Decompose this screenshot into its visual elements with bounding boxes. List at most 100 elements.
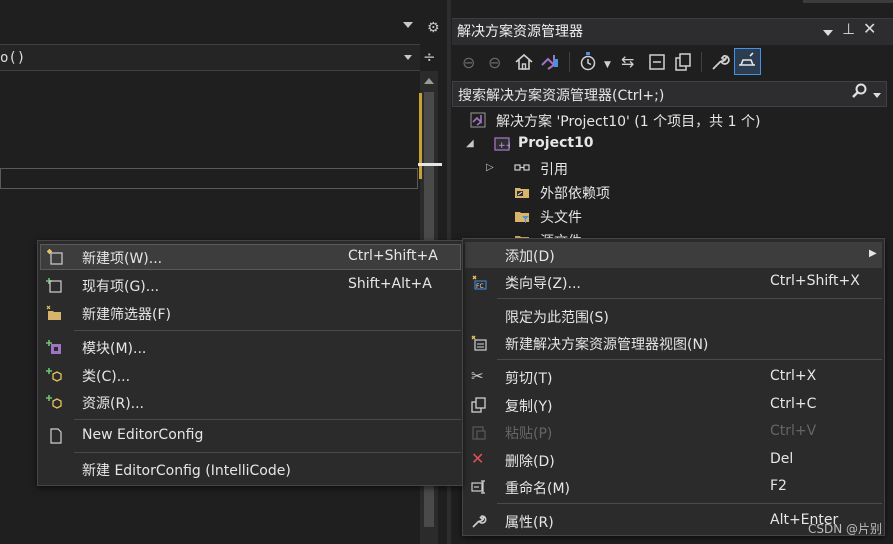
menu-item-shortcut: Ctrl+Shift+A [348,248,438,264]
folder-link-icon [515,188,529,198]
toolbar-separator [701,52,702,72]
collapse-all-icon[interactable] [647,52,667,76]
menu-item-label: 类(C)... [82,369,131,385]
pin-icon[interactable]: ⊥ [842,20,855,38]
menu-item-rename[interactable]: 重命名(M) F2 [465,474,882,500]
close-icon[interactable]: ✕ [863,19,876,38]
menu-separator [74,452,461,453]
existing-item-icon [46,278,62,293]
submenu-arrow-icon: ▶ [869,248,877,259]
menu-item-cut[interactable]: ✂ 剪切(T) Ctrl+X [465,364,882,390]
new-item-icon [47,249,63,265]
home-icon[interactable] [514,53,534,75]
menu-item-new-editorconfig-intellicode[interactable]: 新建 EditorConfig (IntelliCode) [40,456,461,482]
chevron-down-icon[interactable] [404,55,412,60]
menu-separator [497,359,882,360]
menu-item-label: 剪切(T) [505,371,553,387]
gear-icon[interactable]: ⚙ [427,20,440,36]
back-icon[interactable]: ⊖ [462,54,475,72]
tree-item-header-files[interactable]: 头文件 [466,204,886,228]
solution-icon [470,112,486,128]
menu-item-paste[interactable]: 粘贴(P) Ctrl+V [465,419,882,445]
menu-item-label: 限定为此范围(S) [505,310,609,326]
chevron-down-icon[interactable]: ▼ [604,56,611,74]
cpp-project-icon: ++ [494,137,510,151]
tree-item-label: 引用 [540,162,568,178]
collapsed-triangle-icon[interactable]: ▷ [486,162,494,173]
menu-item-shortcut: Del [770,451,794,467]
add-submenu: 新建项(W)... Ctrl+Shift+A 现有项(G)... Shift+A… [37,240,463,486]
menu-item-new-filter[interactable]: 新建筛选器(F) [40,300,461,326]
menu-item-existing-item[interactable]: 现有项(G)... Shift+Alt+A [40,272,461,298]
tab-list-dropdown-icon[interactable] [403,22,413,28]
tree-item-label: Project10 [518,135,594,151]
forward-icon[interactable]: ⊖ [488,54,501,72]
menu-item-add[interactable]: 添加(D) ▶ [465,242,882,268]
show-all-files-icon[interactable] [673,52,693,76]
tree-item-label: 外部依赖项 [540,186,610,202]
member-navigation-dropdown[interactable]: o() [0,44,420,71]
menu-item-new-solution-explorer-view[interactable]: 新建解决方案资源管理器视图(N) [465,330,882,356]
scroll-up-arrow-icon[interactable] [424,78,434,84]
expanded-triangle-icon[interactable]: ◢ [466,138,474,149]
menu-item-copy[interactable]: 复制(Y) Ctrl+C [465,392,882,418]
member-dropdown-value: o() [0,50,26,66]
menu-item-delete[interactable]: ✕ 删除(D) Del [465,447,882,473]
preview-selected-icon [739,52,755,66]
menu-item-shortcut: Ctrl+Shift+X [770,273,860,289]
menu-item-new-editorconfig[interactable]: New EditorConfig [40,423,461,449]
tree-item-external-dependencies[interactable]: 外部依赖项 [466,180,886,204]
menu-item-new-item[interactable]: 新建项(W)... Ctrl+Shift+A [40,244,461,270]
resource-icon [46,395,62,409]
search-options-dropdown-icon[interactable] [873,93,881,98]
svg-text:++: ++ [498,141,510,151]
menu-item-label: 新建 EditorConfig (IntelliCode) [82,463,291,479]
sync-icon[interactable]: ⇆ [621,53,634,71]
menu-item-label: 添加(D) [505,249,555,265]
menu-item-label: 删除(D) [505,454,555,470]
window-top-edge [803,0,893,3]
delete-x-icon: ✕ [471,449,485,468]
menu-separator [74,419,461,420]
menu-item-shortcut: Ctrl+C [770,396,817,412]
class-icon [46,368,62,382]
caret-position-marker [418,163,442,166]
tree-item-label: 解决方案 'Project10' (1 个项目，共 1 个) [496,114,761,130]
references-icon [514,164,530,171]
menu-item-shortcut: Ctrl+V [770,423,817,439]
menu-item-class-wizard[interactable]: FC 类向导(Z)... Ctrl+Shift+X [465,269,882,295]
svg-text:FC: FC [476,283,484,290]
menu-item-resource[interactable]: 资源(R)... [40,389,461,415]
tree-item-solution[interactable]: 解决方案 'Project10' (1 个项目，共 1 个) [466,108,886,132]
pending-changes-filter-icon[interactable] [578,52,598,76]
menu-item-label: 新建解决方案资源管理器视图(N) [505,337,709,353]
menu-item-class[interactable]: 类(C)... [40,362,461,388]
wrench-icon [472,515,487,528]
menu-item-label: 现有项(G)... [82,279,160,295]
properties-wrench-icon[interactable] [710,52,730,76]
tree-item-project[interactable]: ◢ ++ Project10 [466,132,886,156]
menu-item-label: 新建项(W)... [82,251,163,267]
paste-icon [472,426,486,440]
menu-item-label: 属性(R) [505,515,554,531]
watermark-text: CSDN @片别 [808,522,883,536]
menu-separator [497,503,882,504]
menu-item-shortcut: Shift+Alt+A [348,276,432,292]
menu-item-label: 重命名(M) [505,481,571,497]
toolbar-separator [569,52,570,72]
menu-separator [74,330,461,331]
menu-item-scope-to-this[interactable]: 限定为此范围(S) [465,303,882,329]
scissors-icon: ✂ [471,367,484,385]
class-wizard-icon: FC [472,275,487,290]
menu-separator [497,298,882,299]
editor-tab-bar [0,0,447,44]
menu-item-module[interactable]: 模块(M)... [40,334,461,360]
split-window-icon[interactable]: ÷ [423,48,436,66]
search-icon[interactable] [850,82,868,104]
tree-item-references[interactable]: ▷ 引用 [466,156,886,180]
vs-switch-views-icon[interactable] [540,53,560,75]
window-position-dropdown-icon[interactable] [823,30,833,36]
preview-selected-items-button[interactable] [734,48,761,75]
module-icon [46,340,61,354]
menu-item-label: 复制(Y) [505,399,553,415]
